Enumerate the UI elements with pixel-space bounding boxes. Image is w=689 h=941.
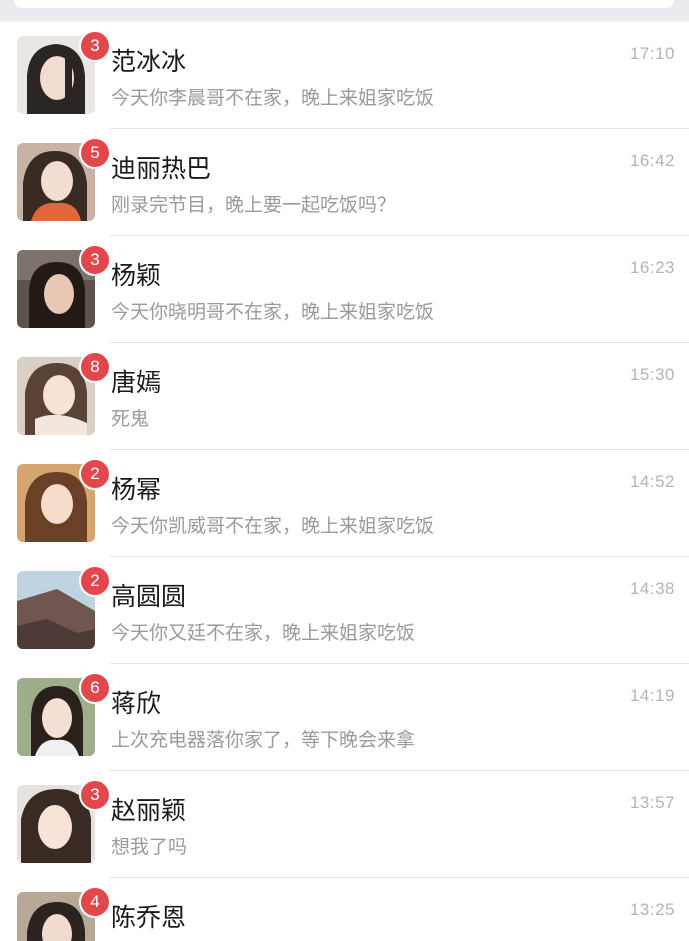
message-time: 16:42	[629, 151, 675, 170]
unread-badge: 3	[79, 30, 111, 62]
contact-name: 杨颖	[111, 261, 162, 290]
chat-row[interactable]: 8 唐嫣 死鬼 15:30	[0, 343, 689, 450]
chat-row[interactable]: 4 陈乔恩 13:25	[0, 878, 689, 941]
top-bar	[0, 0, 689, 20]
unread-badge: 4	[79, 886, 111, 918]
chat-row[interactable]: 3 杨颖 今天你晓明哥不在家，晚上来姐家吃饭 16:23	[0, 236, 689, 343]
unread-badge: 2	[79, 458, 111, 490]
unread-badge: 8	[79, 351, 111, 383]
message-preview: 刚录完节目，晚上要一起吃饭吗？	[111, 194, 397, 216]
chat-row[interactable]: 6 蒋欣 上次充电器落你家了，等下晚会来拿 14:19	[0, 664, 689, 771]
unread-badge: 6	[79, 672, 111, 704]
message-preview: 今天你又廷不在家，晚上来姐家吃饭	[111, 622, 416, 644]
message-preview: 上次充电器落你家了，等下晚会来拿	[111, 729, 416, 751]
message-time: 17:10	[629, 44, 675, 63]
message-preview: 想我了吗	[111, 836, 188, 858]
message-time: 14:52	[629, 472, 675, 491]
unread-badge: 2	[79, 565, 111, 597]
message-preview: 死鬼	[111, 408, 150, 430]
unread-badge: 3	[79, 779, 111, 811]
message-time: 13:25	[629, 900, 675, 919]
chat-list: 3 范冰冰 今天你李晨哥不在家，晚上来姐家吃饭 17:10 5 迪丽热巴 刚录完…	[0, 22, 689, 941]
message-time: 16:23	[629, 258, 675, 277]
contact-name: 杨幂	[111, 475, 162, 504]
contact-name: 唐嫣	[111, 368, 162, 397]
search-bar-edge[interactable]	[14, 0, 674, 8]
message-preview: 今天你李晨哥不在家，晚上来姐家吃饭	[111, 87, 435, 109]
unread-badge: 3	[79, 244, 111, 276]
unread-badge: 5	[79, 137, 111, 169]
contact-name: 迪丽热巴	[111, 154, 212, 183]
message-preview: 今天你晓明哥不在家，晚上来姐家吃饭	[111, 301, 435, 323]
chat-row[interactable]: 5 迪丽热巴 刚录完节目，晚上要一起吃饭吗？ 16:42	[0, 129, 689, 236]
contact-name: 蒋欣	[111, 689, 162, 718]
contact-name: 高圆圆	[111, 582, 187, 611]
message-preview: 今天你凯威哥不在家，晚上来姐家吃饭	[111, 515, 435, 537]
chat-row[interactable]: 2 杨幂 今天你凯威哥不在家，晚上来姐家吃饭 14:52	[0, 450, 689, 557]
contact-name: 陈乔恩	[111, 903, 187, 932]
chat-row[interactable]: 3 赵丽颖 想我了吗 13:57	[0, 771, 689, 878]
message-time: 14:19	[629, 686, 675, 705]
message-time: 14:38	[629, 579, 675, 598]
message-time: 13:57	[629, 793, 675, 812]
contact-name: 范冰冰	[111, 47, 187, 76]
message-time: 15:30	[629, 365, 675, 384]
chat-row[interactable]: 3 范冰冰 今天你李晨哥不在家，晚上来姐家吃饭 17:10	[0, 22, 689, 129]
chat-row[interactable]: 2 高圆圆 今天你又廷不在家，晚上来姐家吃饭 14:38	[0, 557, 689, 664]
contact-name: 赵丽颖	[111, 796, 187, 825]
